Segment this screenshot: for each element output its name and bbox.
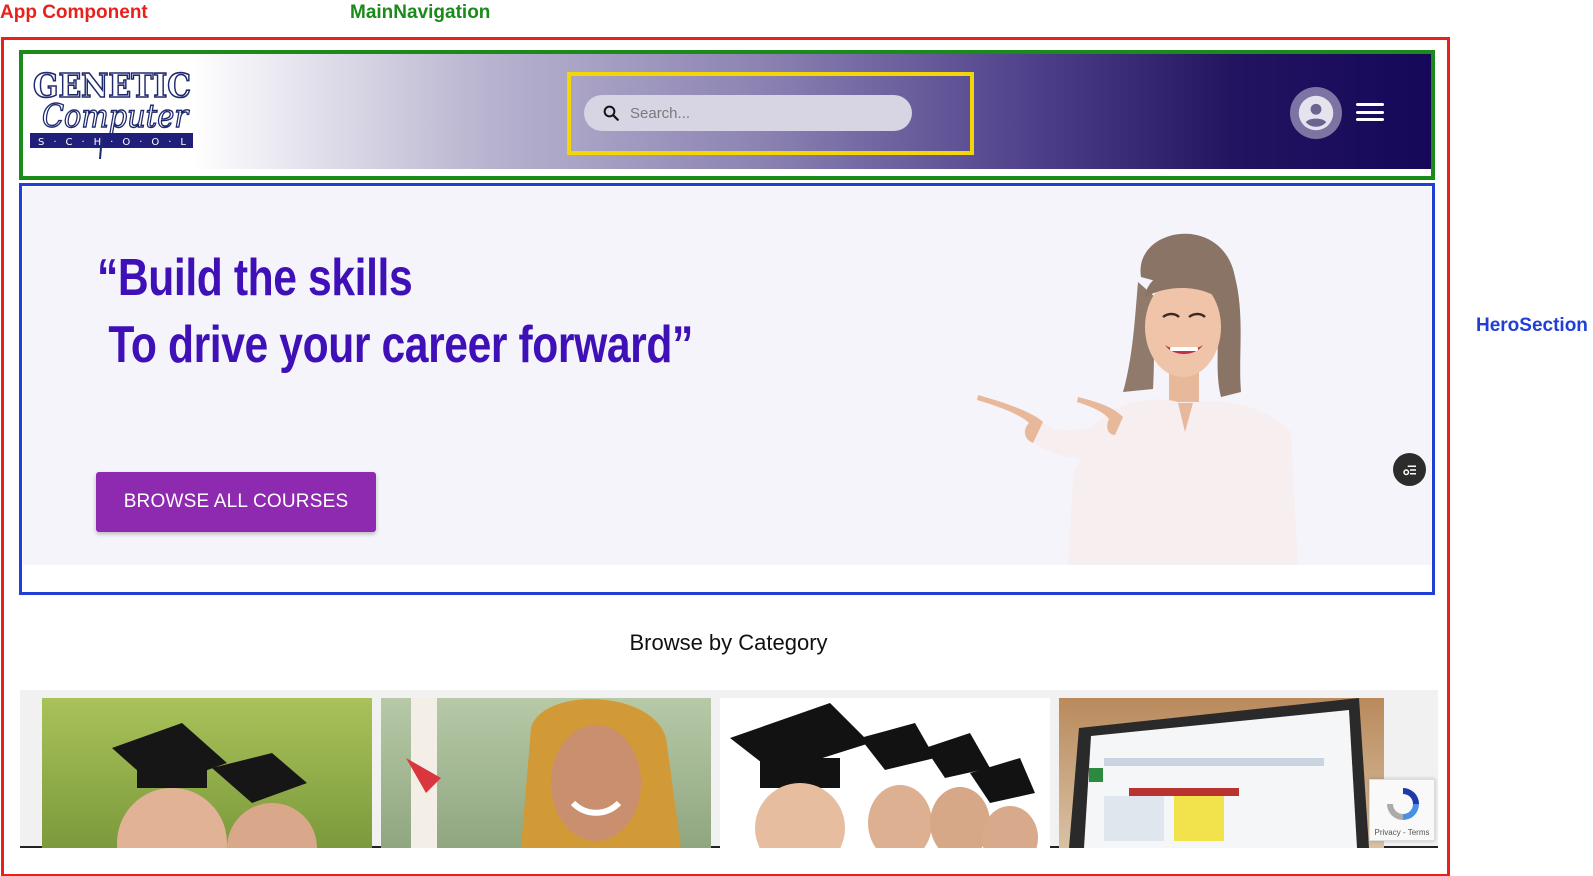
hero-headline: “Build the skills To drive your career f… — [97, 245, 693, 379]
genetic-computer-school-logo[interactable]: GENETIC Computer S · C · H · O · O · L — [30, 63, 200, 159]
app-component-label: App Component — [0, 2, 148, 23]
graduates-photo — [112, 723, 317, 848]
laptop-spreadsheet-photo — [1069, 698, 1369, 848]
graduates-row-photo — [730, 703, 1038, 848]
menu-line — [1356, 118, 1384, 121]
account-circle-icon — [1298, 95, 1334, 131]
search-input[interactable] — [630, 104, 880, 122]
browse-by-category-title: Browse by Category — [629, 630, 828, 655]
graduate-hijab-photo — [406, 698, 681, 848]
menu-line — [1356, 103, 1384, 106]
logo-text-school: S · C · H · O · O · L — [38, 137, 186, 148]
main-navigation: GENETIC Computer S · C · H · O · O · L — [23, 54, 1431, 169]
main-navigation-label: MainNavigation — [350, 2, 491, 23]
category-card-graduate-hijab[interactable] — [381, 698, 711, 848]
account-button[interactable] — [1290, 87, 1342, 139]
recaptcha-icon — [1387, 788, 1419, 820]
recaptcha-badge[interactable]: Privacy - Terms — [1369, 779, 1435, 841]
search-bar[interactable] — [584, 95, 912, 131]
category-card-graduates[interactable] — [42, 698, 372, 848]
search-icon — [603, 105, 619, 121]
floating-list-button[interactable] — [1393, 453, 1426, 486]
logo-text-computer: Computer — [42, 97, 190, 135]
category-card-graduates-row[interactable] — [720, 698, 1050, 848]
hero-section: “Build the skills To drive your career f… — [23, 187, 1431, 565]
headline-line-1: “Build the skills — [97, 249, 413, 307]
browse-all-courses-button[interactable]: BROWSE ALL COURSES — [96, 472, 376, 532]
hero-section-label: HeroSection — [1476, 315, 1588, 336]
menu-line — [1356, 110, 1384, 114]
headline-line-2: To drive your career forward” — [97, 316, 693, 374]
list-settings-icon — [1402, 465, 1416, 475]
hamburger-menu-button[interactable] — [1356, 99, 1384, 125]
page: GENETIC Computer S · C · H · O · O · L “… — [0, 0, 1593, 876]
category-card-laptop-spreadsheet[interactable] — [1059, 698, 1384, 848]
category-carousel — [20, 690, 1438, 848]
recaptcha-terms[interactable]: Privacy - Terms — [1370, 828, 1434, 837]
hero-woman-pointing-image — [977, 233, 1298, 565]
